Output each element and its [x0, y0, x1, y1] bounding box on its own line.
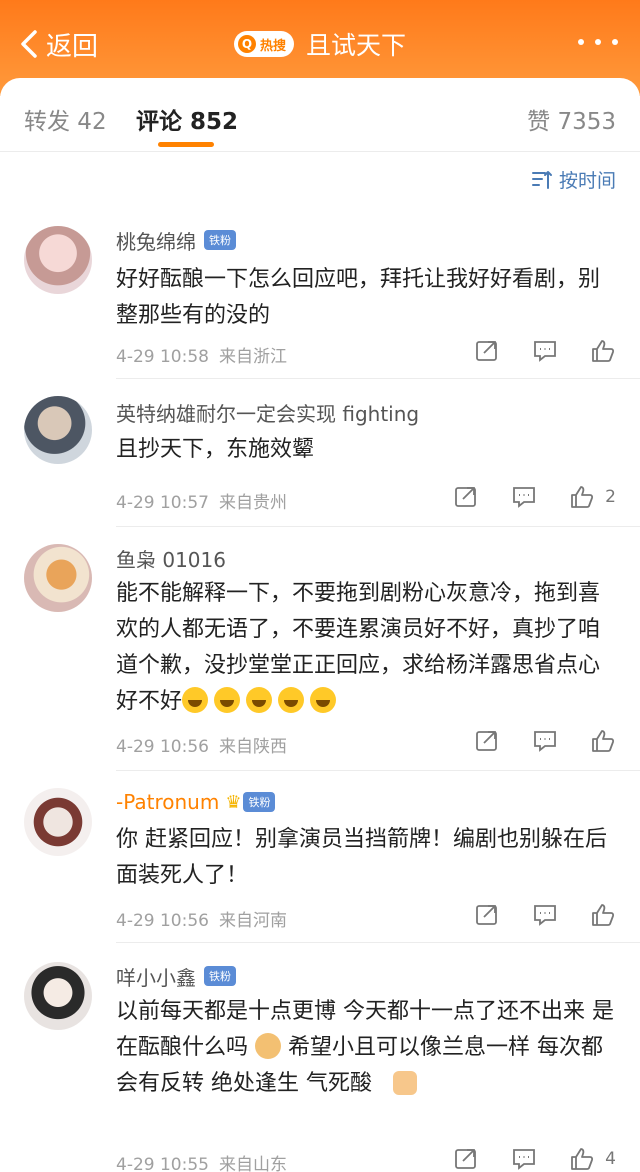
like-count: 2 — [605, 487, 616, 507]
avatar[interactable] — [24, 788, 92, 856]
like-button[interactable] — [590, 338, 616, 364]
comment-text: 你 赶紧回应！别拿演员当挡箭牌！编剧也别躲在后面装死人了！ — [116, 827, 607, 888]
comment-icon — [513, 487, 536, 508]
search-icon: Q — [237, 35, 256, 53]
like-count: 4 — [605, 1149, 616, 1169]
thumbs-up-icon — [571, 486, 594, 508]
title-area: Q 热搜 且试天下 — [0, 24, 640, 64]
user-name[interactable]: 鱼枭 01016 — [116, 544, 226, 573]
divider — [116, 378, 640, 379]
user-name[interactable]: 英特纳雄耐尔一定会实现 fighting — [116, 398, 419, 427]
avatar[interactable] — [24, 396, 92, 464]
share-icon — [476, 905, 497, 925]
like-button[interactable]: 4 — [569, 1146, 616, 1172]
hot-search-badge[interactable]: Q 热搜 — [233, 31, 294, 57]
share-button[interactable] — [474, 338, 500, 364]
comment-text: 以前每天都是十点更博 今天都十一点了还不出来 是在酝酿什么吗 希望小且可以像兰息… — [116, 994, 616, 1102]
thumbs-up-icon — [571, 1148, 594, 1170]
comment-actions — [442, 338, 616, 364]
comment-meta: 4-29 10:56 来自河南 — [116, 906, 287, 931]
comment-actions: 2 — [421, 484, 616, 510]
sort-label: 按时间 — [558, 170, 616, 192]
user-name[interactable]: -Patronum — [116, 790, 219, 814]
reply-button[interactable] — [511, 484, 537, 510]
tab-bar: 转发 42 评论 852 赞 7353 — [0, 78, 640, 152]
reply-button[interactable] — [532, 902, 558, 928]
share-button[interactable] — [453, 1146, 479, 1172]
comment-location: 来自山东 — [218, 1155, 287, 1172]
reply-button[interactable] — [532, 338, 558, 364]
user-name[interactable]: 咩小小鑫 — [116, 962, 196, 991]
tab-like[interactable]: 赞 7353 — [527, 102, 616, 136]
comment-time: 4-29 10:55 — [116, 1155, 209, 1172]
like-button[interactable] — [590, 902, 616, 928]
share-icon — [455, 487, 477, 507]
comment-text: 好好酝酿一下怎么回应吧，拜托让我好好看剧，别整那些有的没的 — [116, 267, 601, 328]
tab-forward[interactable]: 转发 42 — [24, 102, 107, 136]
hand-emoji — [392, 1071, 417, 1095]
avatar[interactable] — [24, 962, 92, 1030]
share-button[interactable] — [474, 728, 500, 754]
share-icon — [455, 1149, 477, 1169]
like-button[interactable]: 2 — [569, 484, 616, 510]
thumbs-up-icon — [592, 904, 615, 926]
tab-comment[interactable]: 评论 852 — [136, 102, 238, 136]
comment-text: 能不能解释一下，不要拖到剧粉心灰意冷，拖到喜欢的人都无语了，不要连累演员好不好，… — [116, 576, 616, 720]
share-icon — [476, 731, 497, 751]
comment-time: 4-29 10:56 — [116, 737, 209, 757]
like-button[interactable] — [590, 728, 616, 754]
hot-badge-label: 热搜 — [259, 38, 286, 54]
comment-meta: 4-29 10:55 来自山东 — [116, 1150, 287, 1172]
divider — [116, 526, 640, 527]
fan-badge: 铁粉 — [243, 792, 276, 812]
fan-badge: 铁粉 — [204, 230, 236, 250]
thumbs-up-icon — [592, 340, 615, 362]
page-title: 且试天下 — [306, 31, 407, 60]
comment-actions — [442, 728, 616, 754]
comment-meta: 4-29 10:58 来自浙江 — [116, 342, 287, 367]
crown-icon: ♛ — [225, 791, 242, 813]
doge-emoji — [255, 1033, 282, 1059]
comment-icon — [534, 341, 556, 362]
divider — [116, 770, 640, 771]
comment-icon — [534, 731, 556, 752]
sort-by-time-button[interactable]: 按时间 — [531, 166, 616, 193]
active-tab-indicator — [158, 142, 214, 147]
fan-badge: 铁粉 — [204, 966, 236, 986]
comment-meta: 4-29 10:56 来自陕西 — [116, 732, 287, 757]
comment-actions: 4 — [421, 1146, 616, 1172]
crying-laugh-emoji — [182, 687, 342, 714]
comment-location: 来自贵州 — [218, 493, 287, 513]
reply-button[interactable] — [532, 728, 558, 754]
comment-icon — [534, 905, 556, 926]
divider — [116, 942, 640, 943]
comment-meta: 4-29 10:57 来自贵州 — [116, 488, 287, 513]
share-button[interactable] — [453, 484, 479, 510]
reply-button[interactable] — [511, 1146, 537, 1172]
share-button[interactable] — [474, 902, 500, 928]
comment-time: 4-29 10:57 — [116, 493, 209, 513]
comment-location: 来自河南 — [218, 911, 287, 931]
user-name[interactable]: 桃兔绵绵 — [116, 226, 196, 255]
comment-text: 且抄天下，东施效颦 — [116, 437, 315, 462]
thumbs-up-icon — [592, 730, 615, 752]
comment-icon — [513, 1149, 536, 1170]
avatar[interactable] — [24, 544, 92, 612]
comment-location: 来自浙江 — [218, 347, 287, 367]
comment-location: 来自陕西 — [218, 737, 287, 757]
comment-time: 4-29 10:58 — [116, 347, 209, 367]
more-options-icon[interactable] — [578, 32, 618, 52]
sort-icon — [531, 170, 552, 189]
avatar[interactable] — [24, 226, 92, 294]
share-icon — [476, 341, 497, 361]
comment-time: 4-29 10:56 — [116, 911, 209, 931]
comment-actions — [442, 902, 616, 928]
